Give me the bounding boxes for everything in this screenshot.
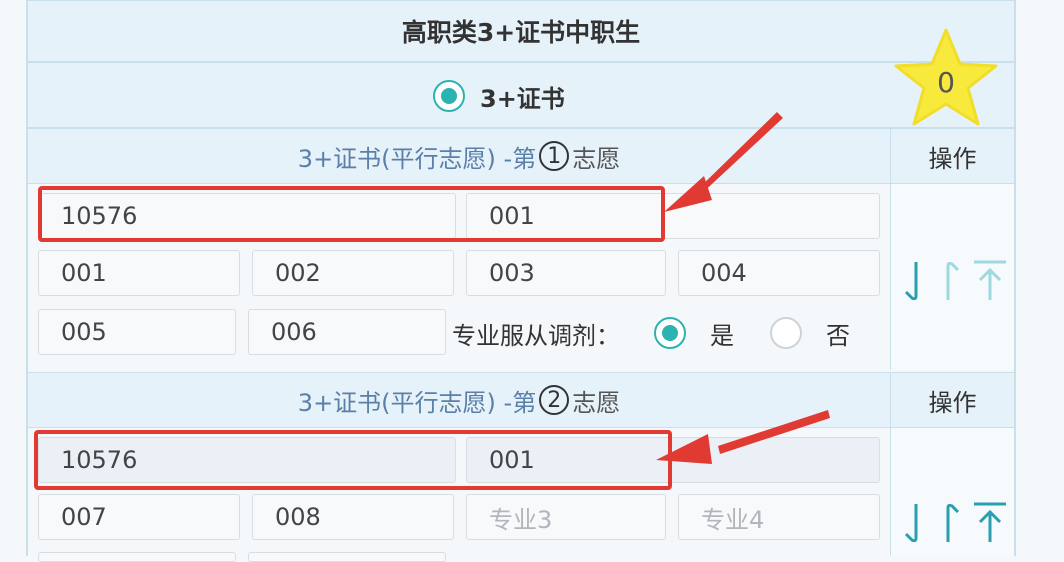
arrow-icon bbox=[656, 410, 830, 464]
arrow-icon bbox=[664, 112, 783, 212]
annotation-arrows bbox=[656, 112, 830, 464]
